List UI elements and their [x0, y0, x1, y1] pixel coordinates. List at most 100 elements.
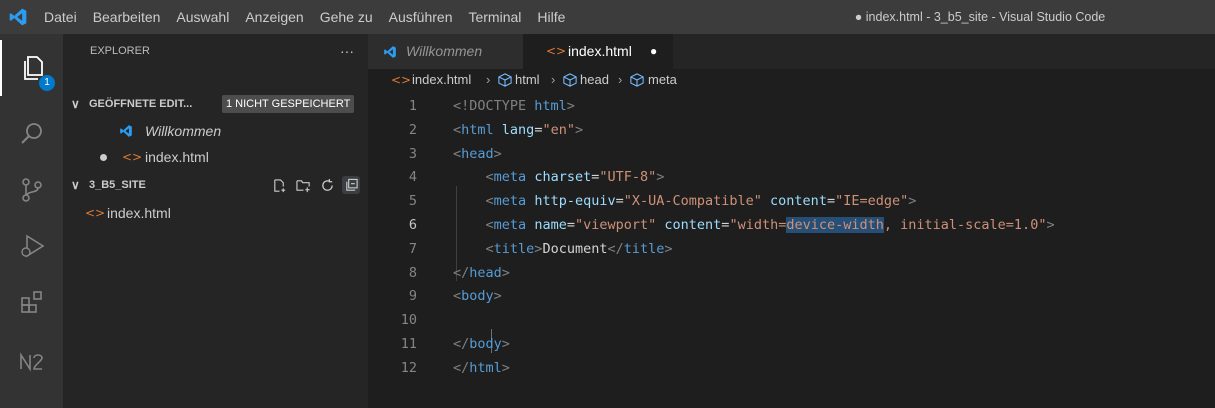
code-token: >: [501, 264, 510, 281]
explorer-toolbar: [270, 174, 360, 196]
code-text: <meta name="viewport" content="width=dev…: [453, 214, 1055, 238]
tab-index-html[interactable]: <> index.html ●: [523, 34, 673, 69]
code-text: <html lang="en">: [453, 119, 583, 143]
editor-tab-bar: Willkommen <> index.html ●: [368, 34, 1215, 69]
open-editors-section[interactable]: ∨ GEÖFFNETE EDIT... 1 NICHT GESPEICHERT: [63, 93, 368, 115]
code-line[interactable]: 6 <meta name="viewport" content="width=d…: [368, 214, 1215, 238]
new-folder-icon[interactable]: [294, 176, 312, 194]
menu-item[interactable]: Bearbeiten: [85, 0, 169, 34]
code-line[interactable]: 9 <body>: [368, 285, 1215, 309]
code-token: <: [485, 217, 494, 233]
code-token: http-equiv: [534, 193, 616, 210]
code-text: </head>: [453, 262, 510, 286]
code-token: <: [453, 288, 462, 305]
source-control-activity-button[interactable]: [0, 162, 63, 218]
extensions-activity-button[interactable]: [0, 274, 63, 330]
code-token: "width=: [729, 217, 787, 233]
unsaved-dot-icon[interactable]: ●: [650, 34, 657, 69]
menu-item[interactable]: Gehe zu: [312, 0, 381, 34]
code-token: </: [607, 240, 624, 257]
code-editor[interactable]: 1 <!DOCTYPE html> 2 <html lang="en"> 3 <head>…: [368, 91, 1215, 408]
line-number: 11: [400, 336, 417, 352]
line-number: 6: [408, 217, 417, 233]
menu-item[interactable]: Auswahl: [168, 0, 237, 34]
code-line[interactable]: 5 <meta http-equiv="X-UA-Compatible" con…: [368, 190, 1215, 214]
chevron-right-icon: ›: [486, 72, 491, 87]
code-line[interactable]: 4 <meta charset="UTF-8">: [368, 166, 1215, 190]
code-token: "UTF-8": [599, 169, 657, 186]
tab-willkommen[interactable]: Willkommen: [368, 34, 523, 69]
code-token: html: [469, 359, 502, 376]
menu-bar: Datei Bearbeiten Auswahl Anzeigen Gehe zu Aus…: [36, 0, 573, 34]
code-token: =: [615, 193, 624, 210]
breadcrumb-item[interactable]: meta: [648, 69, 677, 91]
code-token: content: [664, 217, 722, 233]
code-line[interactable]: 7 <title>Document</title>: [368, 238, 1215, 262]
code-token: <: [453, 121, 462, 138]
search-activity-button[interactable]: [0, 106, 63, 162]
workspace-title: 3_B5_SITE: [89, 179, 146, 191]
html-file-icon: <>: [546, 44, 567, 58]
code-line[interactable]: 1 <!DOCTYPE html>: [368, 95, 1215, 119]
collapse-all-icon[interactable]: [342, 176, 360, 194]
html-file-icon: <>: [122, 150, 143, 164]
code-token: meta: [493, 193, 527, 210]
code-text: <meta charset="UTF-8">: [453, 166, 665, 190]
code-line[interactable]: 10: [368, 309, 1215, 333]
menu-item[interactable]: Datei: [36, 0, 85, 34]
code-token: charset: [534, 169, 592, 186]
n2-icon: [19, 352, 43, 372]
code-line[interactable]: 8 </head>: [368, 262, 1215, 286]
menu-item[interactable]: Anzeigen: [237, 0, 311, 34]
tab-label: Willkommen: [406, 43, 483, 59]
explorer-sidebar: EXPLORER ··· ∨ GEÖFFNETE EDIT... 1 NICHT…: [63, 34, 368, 408]
code-token: </: [453, 336, 470, 352]
code-line[interactable]: 2 <html lang="en">: [368, 119, 1215, 143]
menu-item[interactable]: Terminal: [460, 0, 529, 34]
run-debug-activity-button[interactable]: [0, 218, 63, 274]
n2-activity-button[interactable]: [0, 334, 63, 390]
open-editor-item-index[interactable]: <> index.html: [63, 146, 368, 168]
code-token: head: [469, 264, 502, 281]
breadcrumb-item[interactable]: index.html: [412, 69, 471, 91]
line-number: 5: [408, 193, 417, 210]
code-token: <: [485, 240, 494, 257]
breadcrumb-item[interactable]: head: [580, 69, 609, 91]
vscode-icon: [384, 46, 396, 58]
code-token: title: [493, 240, 535, 257]
title-bar: Datei Bearbeiten Auswahl Anzeigen Gehe zu Aus…: [0, 0, 1215, 34]
workspace-section[interactable]: ∨ 3_B5_SITE: [63, 174, 368, 196]
menu-item[interactable]: Hilfe: [529, 0, 573, 34]
explorer-activity-button[interactable]: 1: [0, 40, 63, 96]
element-cube-icon: [563, 73, 577, 87]
code-token: >: [493, 288, 502, 305]
code-token: <!DOCTYPE: [453, 98, 535, 114]
code-token: >: [908, 193, 917, 210]
refresh-icon[interactable]: [318, 176, 336, 194]
new-file-icon[interactable]: [270, 176, 288, 194]
code-text: <body>: [453, 285, 502, 309]
code-token: name: [534, 217, 567, 233]
more-actions-icon[interactable]: ···: [340, 34, 354, 68]
menu-item[interactable]: Ausführen: [381, 0, 461, 34]
open-editor-item-willkommen[interactable]: Willkommen: [63, 120, 368, 142]
code-line[interactable]: 11 </body>: [368, 333, 1215, 357]
code-line[interactable]: 3 <head>: [368, 143, 1215, 167]
code-token: >: [574, 121, 584, 138]
code-token: "viewport": [574, 217, 657, 233]
html-file-icon: <>: [391, 73, 412, 87]
breadcrumb-item[interactable]: html: [515, 69, 540, 91]
code-token: body: [469, 336, 502, 352]
code-line[interactable]: 12 </html>: [368, 357, 1215, 381]
code-token: "IE=edge": [835, 193, 909, 210]
code-token: <: [485, 193, 494, 210]
file-item-index[interactable]: <> index.html: [63, 202, 368, 224]
code-token: >: [1046, 217, 1055, 233]
code-token: meta: [493, 169, 527, 186]
code-text: </html>: [453, 357, 510, 381]
code-token: head: [461, 145, 494, 162]
tab-label: index.html: [568, 43, 632, 59]
code-token: =: [566, 217, 575, 233]
